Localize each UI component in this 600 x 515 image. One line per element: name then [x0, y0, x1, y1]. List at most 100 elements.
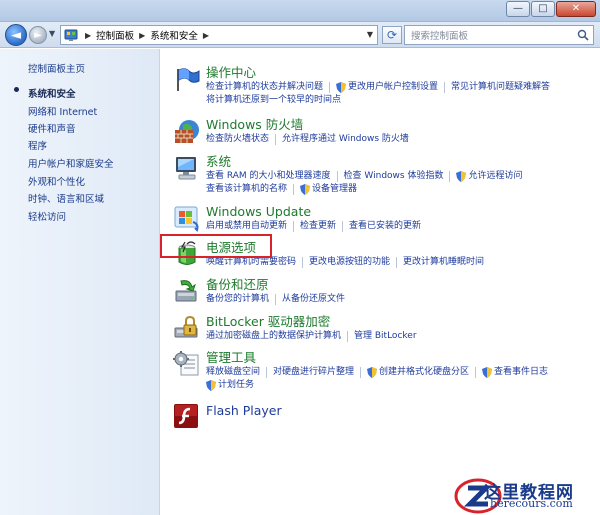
task-line: 将计算机还原到一个较早的时间点: [206, 94, 341, 106]
task-link[interactable]: 将计算机还原到一个较早的时间点: [206, 94, 341, 106]
task-line: 检查防火墙状态 允许程序通过 Windows 防火墙: [206, 133, 409, 145]
sidebar-item-appearance[interactable]: 外观和个性化: [28, 174, 85, 188]
task-link[interactable]: 对硬盘进行碎片整理: [273, 366, 354, 378]
firewall-icon: [175, 120, 199, 143]
current-item-bullet: [14, 87, 19, 92]
uac-shield-icon: [206, 379, 216, 391]
address-bar[interactable]: ▶ 控制面板 ▶ 系统和安全 ▶ ▼: [60, 25, 378, 45]
task-link[interactable]: 允许程序通过 Windows 防火墙: [282, 133, 409, 145]
refresh-button[interactable]: ⟳: [382, 26, 402, 44]
forward-button[interactable]: ►: [29, 26, 47, 44]
task-link[interactable]: 备份您的计算机: [206, 293, 269, 305]
breadcrumb-separator: ▶: [202, 30, 209, 40]
task-link[interactable]: 更改电源按钮的功能: [309, 256, 390, 268]
task-link[interactable]: 更改用户帐户控制设置: [348, 81, 438, 93]
task-line: 检查计算机的状态并解决问题 更改用户帐户控制设置 常见计算机问题疑难解答: [206, 81, 550, 93]
link-separator: [275, 133, 277, 145]
category-title[interactable]: 备份和还原: [206, 277, 269, 292]
task-link[interactable]: 检查计算机的状态并解决问题: [206, 81, 323, 93]
category-title[interactable]: BitLocker 驱动器加密: [206, 314, 330, 329]
uac-shield-icon: [456, 170, 467, 182]
sidebar: 控制面板主页 系统和安全 网络和 Internet 硬件和声音 程序 用户帐户和…: [0, 49, 160, 515]
bitlocker-icon: [174, 315, 198, 338]
sidebar-item-network[interactable]: 网络和 Internet: [28, 104, 97, 118]
link-separator: [347, 330, 349, 342]
task-link[interactable]: 常见计算机问题疑难解答: [451, 81, 550, 93]
link-separator: [360, 366, 362, 378]
breadcrumb-system-security[interactable]: 系统和安全: [150, 28, 198, 42]
admin-tools-icon: [173, 351, 199, 376]
search-icon[interactable]: [577, 29, 589, 41]
task-link[interactable]: 计划任务: [218, 379, 254, 391]
task-link[interactable]: 释放磁盘空间: [206, 366, 260, 378]
task-link[interactable]: 检查防火墙状态: [206, 133, 269, 145]
flash-player-icon: [174, 404, 198, 428]
link-separator: [266, 366, 268, 378]
task-link[interactable]: 检查 Windows 体验指数: [344, 170, 444, 182]
task-line: 计划任务: [206, 379, 254, 391]
task-link[interactable]: 从备份还原文件: [282, 293, 345, 305]
windows-update-icon: [174, 206, 199, 232]
uac-shield-icon: [300, 183, 311, 195]
recent-pages-dropdown-icon[interactable]: ▼: [49, 29, 55, 38]
breadcrumb-separator: ▶: [139, 30, 146, 40]
task-link[interactable]: 创建并格式化硬盘分区: [379, 366, 469, 378]
sidebar-item-clock-region[interactable]: 时钟、语言和区域: [28, 191, 104, 205]
task-link[interactable]: 查看 RAM 的大小和处理器速度: [206, 170, 331, 182]
link-separator: [475, 366, 477, 378]
task-link[interactable]: 检查更新: [300, 220, 336, 232]
task-line: 通过加密磁盘上的数据保护计算机 管理 BitLocker: [206, 330, 417, 342]
category-title[interactable]: Flash Player: [206, 403, 282, 418]
back-button[interactable]: ◄: [5, 24, 27, 46]
task-link[interactable]: 查看已安装的更新: [349, 220, 421, 232]
breadcrumb-control-panel[interactable]: 控制面板: [96, 28, 134, 42]
close-button[interactable]: ✕: [556, 1, 596, 17]
navigation-bar: ◄ ► ▼ ▶ 控制面板 ▶ 系统和安全 ▶ ▼ ⟳ 搜索控制面板: [0, 22, 600, 48]
task-line: 查看 RAM 的大小和处理器速度 检查 Windows 体验指数 允许远程访问: [206, 170, 522, 182]
sidebar-item-home[interactable]: 控制面板主页: [28, 61, 85, 75]
search-input[interactable]: 搜索控制面板: [404, 25, 594, 45]
task-link[interactable]: 通过加密磁盘上的数据保护计算机: [206, 330, 341, 342]
task-link[interactable]: 管理 BitLocker: [354, 330, 417, 342]
breadcrumb-separator: ▶: [85, 30, 92, 40]
task-link[interactable]: 设备管理器: [312, 183, 357, 195]
task-link[interactable]: 查看该计算机的名称: [206, 183, 287, 195]
category-title[interactable]: Windows Update: [206, 204, 311, 219]
maximize-button[interactable]: □: [531, 1, 555, 17]
link-separator: [336, 170, 338, 182]
sidebar-item-system-security[interactable]: 系统和安全: [28, 86, 76, 100]
category-title[interactable]: 系统: [206, 154, 231, 169]
highlight-box: [160, 234, 272, 258]
link-separator: [302, 256, 304, 268]
task-line: 备份您的计算机 从备份还原文件: [206, 293, 345, 305]
sidebar-item-programs[interactable]: 程序: [28, 138, 47, 152]
sidebar-item-ease-of-access[interactable]: 轻松访问: [28, 209, 66, 223]
task-line: 释放磁盘空间 对硬盘进行碎片整理 创建并格式化硬盘分区 查看事件日志: [206, 366, 548, 378]
link-separator: [342, 220, 344, 232]
category-title[interactable]: 管理工具: [206, 350, 256, 365]
link-separator: [275, 293, 277, 305]
link-separator: [449, 170, 451, 182]
link-separator: [293, 220, 295, 232]
task-link[interactable]: 更改计算机睡眠时间: [403, 256, 484, 268]
link-separator: [444, 81, 446, 93]
task-line: 启用或禁用自动更新 检查更新 查看已安装的更新: [206, 220, 421, 232]
task-link[interactable]: 启用或禁用自动更新: [206, 220, 287, 232]
control-panel-icon: [64, 29, 78, 41]
category-title[interactable]: 操作中心: [206, 65, 256, 80]
sidebar-item-user-accounts[interactable]: 用户帐户和家庭安全: [28, 156, 114, 170]
task-link[interactable]: 查看事件日志: [494, 366, 548, 378]
task-line: 查看该计算机的名称 设备管理器: [206, 183, 357, 195]
link-separator: [293, 183, 295, 195]
category-title[interactable]: Windows 防火墙: [206, 117, 303, 132]
main-content: 操作中心 检查计算机的状态并解决问题 更改用户帐户控制设置 常见计算机问题疑难解…: [161, 49, 600, 515]
uac-shield-icon: [336, 81, 347, 93]
search-placeholder: 搜索控制面板: [411, 31, 469, 42]
address-dropdown-icon[interactable]: ▼: [367, 30, 373, 39]
uac-shield-icon: [482, 366, 493, 378]
task-link[interactable]: 允许远程访问: [468, 170, 522, 182]
caption-buttons: — □ ✕: [505, 1, 596, 17]
minimize-button[interactable]: —: [506, 1, 530, 17]
sidebar-item-hardware-sound[interactable]: 硬件和声音: [28, 121, 76, 135]
backup-icon: [175, 280, 197, 302]
